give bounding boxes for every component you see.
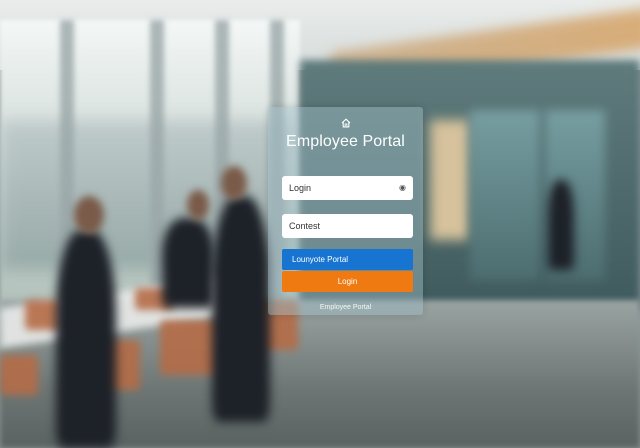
- password-field[interactable]: Contest: [282, 214, 413, 238]
- chair: [0, 355, 38, 395]
- portal-button[interactable]: Lounyote Portal: [282, 249, 413, 270]
- chair: [160, 320, 220, 375]
- employee-portal-link[interactable]: Employee Portal: [268, 304, 423, 311]
- person: [212, 196, 270, 422]
- person: [162, 218, 214, 308]
- eye-icon[interactable]: ◉: [399, 176, 406, 200]
- login-field-value: Login: [289, 183, 312, 193]
- glass-door: [470, 110, 540, 280]
- login-button[interactable]: Login: [282, 271, 413, 292]
- page-title: Employee Portal: [286, 133, 405, 150]
- warm-wall: [430, 120, 470, 240]
- login-field[interactable]: Login ◉: [282, 176, 413, 200]
- person: [548, 180, 574, 270]
- person-head: [221, 166, 247, 200]
- home-icon: [341, 118, 351, 128]
- password-field-value: Contest: [289, 221, 321, 231]
- person: [56, 230, 116, 448]
- person-head: [187, 190, 209, 220]
- person-head: [74, 196, 104, 234]
